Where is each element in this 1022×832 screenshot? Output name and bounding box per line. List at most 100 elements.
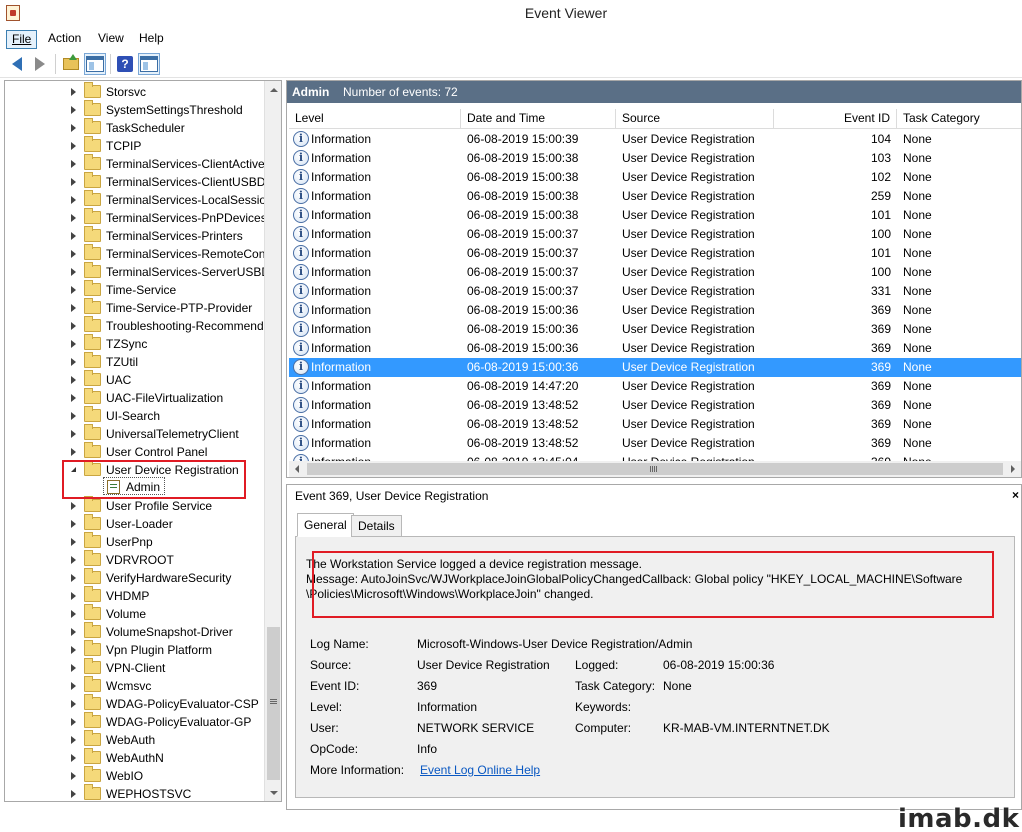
table-row[interactable]: iInformation06-08-2019 13:45:04User Devi… (289, 453, 1021, 461)
column-header-source[interactable]: Source (616, 109, 774, 129)
tree-item[interactable]: TerminalServices-LocalSession (5, 190, 273, 209)
tree-item[interactable]: Vpn Plugin Platform (5, 640, 263, 659)
table-row[interactable]: i Information 06-08-2019 15:00:36 User Devi… (289, 358, 1021, 377)
scroll-left-arrow-icon[interactable] (289, 461, 305, 477)
tree-item[interactable]: UserPnp (5, 532, 263, 551)
tree-item[interactable]: TaskScheduler (5, 118, 263, 137)
column-header-level[interactable]: Level (289, 109, 461, 129)
tree-item[interactable]: WDAG-PolicyEvaluator-CSP (5, 694, 263, 713)
tree-item[interactable]: VolumeSnapshot-Driver (5, 622, 263, 641)
table-row[interactable]: i Information 06-08-2019 15:00:38 User Devi… (289, 187, 1021, 206)
tree-item[interactable]: VDRVROOT (5, 550, 263, 569)
collapsed-chevron-icon[interactable] (71, 592, 76, 600)
tree-item[interactable]: TerminalServices-RemoteCon (5, 244, 265, 263)
tree-item[interactable]: User-Loader (5, 514, 263, 533)
tree-item[interactable]: Time-Service-PTP-Provider (5, 298, 263, 317)
tree-item[interactable]: UI-Search (5, 406, 263, 425)
collapsed-chevron-icon[interactable] (71, 718, 76, 726)
tree-item[interactable]: UniversalTelemetryClient (5, 424, 263, 443)
collapsed-chevron-icon[interactable] (71, 304, 76, 312)
table-row[interactable]: i Information 06-08-2019 13:48:52 User Devi… (289, 434, 1021, 453)
collapsed-chevron-icon[interactable] (71, 322, 76, 330)
tree-item[interactable]: Storsvc (5, 82, 263, 101)
tree-item[interactable]: UAC-FileVirtualization (5, 388, 263, 407)
table-row[interactable]: i Information 06-08-2019 15:00:37 User Devi… (289, 244, 1021, 263)
tree-item[interactable]: Volume (5, 604, 263, 623)
tree-item[interactable]: TerminalServices-PnPDevices (5, 208, 267, 227)
table-row[interactable]: i Information 06-08-2019 15:00:38 User Devi… (289, 149, 1021, 168)
table-row[interactable]: i Information 06-08-2019 15:00:36 User Devi… (289, 301, 1021, 320)
tree-item[interactable]: VHDMP (5, 586, 263, 605)
up-one-level-button[interactable] (60, 53, 82, 75)
table-row[interactable]: i Information 06-08-2019 15:00:37 User Devi… (289, 225, 1021, 244)
table-row[interactable]: i Information 06-08-2019 15:00:38 User Devi… (289, 206, 1021, 225)
tree-item[interactable]: TerminalServices-Printers (5, 226, 263, 245)
collapsed-chevron-icon[interactable] (71, 556, 76, 564)
menu-help[interactable]: Help (134, 30, 169, 49)
console-tree[interactable]: Storsvc SystemSettingsThreshold TaskSchedu… (4, 80, 282, 802)
table-row[interactable]: i Information 06-08-2019 15:00:37 User Devi… (289, 263, 1021, 282)
tree-item[interactable]: WEPHOSTSVC (5, 784, 263, 801)
menu-action[interactable]: Action (43, 30, 86, 49)
table-row[interactable]: i Information 06-08-2019 15:00:37 User Devi… (289, 282, 1021, 301)
tree-vertical-scrollbar[interactable] (264, 81, 281, 801)
collapsed-chevron-icon[interactable] (71, 790, 76, 798)
collapsed-chevron-icon[interactable] (71, 682, 76, 690)
tree-scroll-thumb[interactable] (267, 627, 280, 780)
tree-item[interactable]: WebAuth (5, 730, 263, 749)
collapsed-chevron-icon[interactable] (71, 574, 76, 582)
close-icon[interactable]: × (1012, 488, 1019, 502)
event-grid[interactable]: Level Date and Time Source Event ID Task… (289, 109, 1021, 461)
show-hide-action-pane-button[interactable] (138, 53, 160, 75)
collapsed-chevron-icon[interactable] (71, 88, 76, 96)
event-log-online-help-link[interactable]: Event Log Online Help (420, 763, 540, 778)
table-row[interactable]: i Information 06-08-2019 15:00:38 User Devi… (289, 168, 1021, 187)
collapsed-chevron-icon[interactable] (71, 268, 76, 276)
table-row[interactable]: i Information 06-08-2019 13:48:52 User Devi… (289, 415, 1021, 434)
column-header-task-category[interactable]: Task Category (897, 109, 1021, 129)
tab-general[interactable]: General (297, 513, 354, 537)
tree-item[interactable]: User Profile Service (5, 496, 263, 515)
back-button[interactable] (6, 53, 28, 75)
collapsed-chevron-icon[interactable] (71, 142, 76, 150)
column-header-date[interactable]: Date and Time (461, 109, 616, 129)
collapsed-chevron-icon[interactable] (71, 736, 76, 744)
tree-item[interactable]: TZUtil (5, 352, 263, 371)
table-row[interactable]: i Information 06-08-2019 15:00:36 User Devi… (289, 339, 1021, 358)
collapsed-chevron-icon[interactable] (71, 394, 76, 402)
list-horizontal-scrollbar[interactable] (289, 461, 1021, 477)
collapsed-chevron-icon[interactable] (71, 628, 76, 636)
table-row[interactable]: i Information 06-08-2019 14:47:20 User Devi… (289, 377, 1021, 396)
collapsed-chevron-icon[interactable] (71, 376, 76, 384)
collapsed-chevron-icon[interactable] (71, 754, 76, 762)
collapsed-chevron-icon[interactable] (71, 538, 76, 546)
collapsed-chevron-icon[interactable] (71, 214, 76, 222)
collapsed-chevron-icon[interactable] (71, 358, 76, 366)
list-scroll-thumb[interactable] (307, 463, 1003, 475)
tree-item[interactable]: TCPIP (5, 136, 263, 155)
tree-item[interactable]: TerminalServices-ClientActive (5, 154, 265, 173)
menu-view[interactable]: View (93, 30, 129, 49)
tree-item[interactable]: TZSync (5, 334, 263, 353)
tree-item[interactable]: TerminalServices-ServerUSBD (5, 262, 270, 281)
tree-item[interactable]: UAC (5, 370, 263, 389)
scroll-down-arrow-icon[interactable] (265, 784, 281, 801)
collapsed-chevron-icon[interactable] (71, 772, 76, 780)
collapsed-chevron-icon[interactable] (71, 286, 76, 294)
collapsed-chevron-icon[interactable] (71, 700, 76, 708)
tree-item[interactable]: VPN-Client (5, 658, 263, 677)
tree-item[interactable]: Wcmsvc (5, 676, 263, 695)
table-row[interactable]: i Information 06-08-2019 13:48:52 User Devi… (289, 396, 1021, 415)
collapsed-chevron-icon[interactable] (71, 106, 76, 114)
collapsed-chevron-icon[interactable] (71, 160, 76, 168)
collapsed-chevron-icon[interactable] (71, 430, 76, 438)
scroll-up-arrow-icon[interactable] (265, 81, 281, 98)
tree-item[interactable]: SystemSettingsThreshold (5, 100, 263, 119)
collapsed-chevron-icon[interactable] (71, 124, 76, 132)
table-row[interactable]: i Information 06-08-2019 15:00:39 User Devi… (289, 130, 1021, 149)
collapsed-chevron-icon[interactable] (71, 196, 76, 204)
collapsed-chevron-icon[interactable] (71, 178, 76, 186)
column-header-event-id[interactable]: Event ID (774, 109, 897, 129)
tree-item[interactable]: VerifyHardwareSecurity (5, 568, 263, 587)
collapsed-chevron-icon[interactable] (71, 610, 76, 618)
